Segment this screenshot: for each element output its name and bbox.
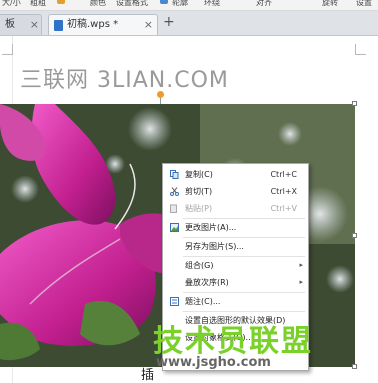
resize-handle[interactable] <box>352 233 357 238</box>
menu-item-label: 更改图片(A)... <box>185 223 237 232</box>
menu-item-label: 另存为图片(S)... <box>185 242 244 251</box>
ribbon-item[interactable]: 轮廓 <box>172 0 188 8</box>
menu-item-label: 题注(C)... <box>185 297 221 306</box>
header-text: 三联网 3LIAN.COM <box>20 68 229 93</box>
submenu-arrow-icon: ▸ <box>299 278 303 286</box>
tab-label: 初稿.wps * <box>67 19 119 30</box>
ribbon-item[interactable]: 设置 <box>356 0 372 8</box>
menu-item-label: 复制(C) <box>185 170 213 179</box>
menu-item-group[interactable]: 组合(G) ▸ <box>163 257 308 274</box>
rotation-handle-line <box>160 98 161 104</box>
menu-item-order[interactable]: 叠放次序(R) ▸ <box>163 274 308 291</box>
fill-color-icon[interactable] <box>57 0 65 4</box>
caption-icon <box>170 297 179 306</box>
menu-item-label: 叠放次序(R) <box>185 278 229 287</box>
scissors-icon <box>170 187 179 196</box>
menu-item-label: 组合(G) <box>185 261 214 270</box>
menu-item-save-as-picture[interactable]: 另存为图片(S)... <box>163 238 308 255</box>
ribbon-item[interactable]: 粗粗 <box>30 0 46 8</box>
ribbon-item[interactable]: 环绕 <box>204 0 220 8</box>
close-icon[interactable]: × <box>30 15 39 35</box>
resize-handle[interactable] <box>352 101 357 106</box>
tab-previous-document[interactable]: 板 × <box>0 14 42 35</box>
menu-item-cut[interactable]: 剪切(T) Ctrl+X <box>163 183 308 200</box>
menu-item-shortcut: Ctrl+X <box>270 187 297 196</box>
new-tab-button[interactable]: + <box>163 14 175 30</box>
rotate-handle[interactable] <box>157 91 164 98</box>
ribbon-item[interactable]: 旋转 <box>322 0 338 8</box>
ribbon-item[interactable]: 大/小 <box>2 0 21 8</box>
ribbon-item[interactable]: 设置格式 <box>116 0 148 8</box>
copy-icon <box>170 170 179 179</box>
wps-document-icon <box>54 20 63 31</box>
watermark-logo: 技术员联盟 <box>153 324 313 359</box>
paste-icon <box>170 204 177 213</box>
change-picture-icon <box>170 223 179 232</box>
document-tab-bar: 板 × 初稿.wps * × <box>0 11 378 36</box>
menu-item-shortcut: Ctrl+C <box>270 170 297 179</box>
watermark-url: www.jsgho.com <box>156 355 271 370</box>
submenu-arrow-icon: ▸ <box>299 261 303 269</box>
ribbon-item[interactable]: 颜色 <box>90 0 106 8</box>
menu-item-copy[interactable]: 复制(C) Ctrl+C <box>163 166 308 183</box>
menu-item-caption[interactable]: 题注(C)... <box>163 293 308 310</box>
picture-caption: 插 <box>141 368 155 383</box>
menu-item-shortcut: Ctrl+V <box>270 204 297 213</box>
tab-label: 板 <box>5 19 15 30</box>
tab-active-document[interactable]: 初稿.wps * × <box>48 14 158 35</box>
margin-corner-marker <box>2 44 13 55</box>
margin-corner-marker <box>355 44 366 55</box>
menu-item-label: 剪切(T) <box>185 187 213 196</box>
menu-item-paste: 粘贴(P) Ctrl+V <box>163 200 308 217</box>
ribbon-item[interactable]: 对齐 <box>256 0 272 8</box>
outline-icon[interactable] <box>160 0 168 4</box>
menu-item-label: 粘贴(P) <box>185 204 213 213</box>
ribbon-strip: 大/小 粗粗 颜色 设置格式 轮廓 环绕 对齐 旋转 设置 <box>0 0 378 11</box>
resize-handle[interactable] <box>352 364 357 369</box>
close-icon[interactable]: × <box>144 15 153 35</box>
menu-item-change-picture[interactable]: 更改图片(A)... <box>163 219 308 236</box>
